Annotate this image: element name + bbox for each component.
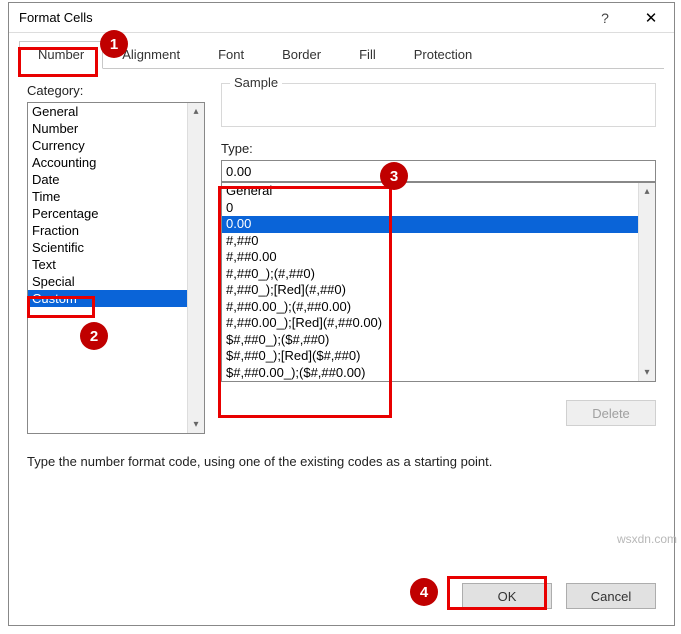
category-item[interactable]: Accounting <box>28 154 187 171</box>
dialog-footer: OK Cancel <box>462 583 656 609</box>
category-item-custom[interactable]: Custom <box>28 290 187 307</box>
category-item[interactable]: Special <box>28 273 187 290</box>
dialog-body: Category: General Number Currency Accoun… <box>9 69 674 469</box>
tab-font[interactable]: Font <box>199 41 263 68</box>
hint-text: Type the number format code, using one o… <box>27 454 656 469</box>
category-item[interactable]: Time <box>28 188 187 205</box>
tab-strip: Number Alignment Font Border Fill Protec… <box>19 41 664 69</box>
type-item[interactable]: #,##0.00 <box>222 249 638 266</box>
category-item[interactable]: Text <box>28 256 187 273</box>
type-input[interactable] <box>221 160 656 182</box>
category-item[interactable]: Date <box>28 171 187 188</box>
cancel-button[interactable]: Cancel <box>566 583 656 609</box>
watermark: wsxdn.com <box>617 532 677 546</box>
titlebar: Format Cells ? ✕ <box>9 3 674 33</box>
type-item[interactable]: #,##0 <box>222 233 638 250</box>
type-item[interactable]: #,##0_);(#,##0) <box>222 266 638 283</box>
category-label: Category: <box>27 83 205 98</box>
category-item[interactable]: Fraction <box>28 222 187 239</box>
format-cells-dialog: Format Cells ? ✕ Number Alignment Font B… <box>8 2 675 626</box>
tab-alignment[interactable]: Alignment <box>103 41 199 68</box>
type-item[interactable]: $#,##0.00_);($#,##0.00) <box>222 365 638 382</box>
scroll-up-icon[interactable]: ▴ <box>188 103 204 120</box>
tab-number[interactable]: Number <box>19 41 103 69</box>
ok-button[interactable]: OK <box>462 583 552 609</box>
scroll-down-icon[interactable]: ▾ <box>188 416 204 433</box>
type-listbox[interactable]: General 0 0.00 #,##0 #,##0.00 #,##0_);(#… <box>221 182 656 382</box>
type-item[interactable]: $#,##0_);[Red]($#,##0) <box>222 348 638 365</box>
type-item[interactable]: 0 <box>222 200 638 217</box>
category-item[interactable]: Number <box>28 120 187 137</box>
category-scrollbar[interactable]: ▴ ▾ <box>187 103 204 433</box>
tab-border[interactable]: Border <box>263 41 340 68</box>
scroll-up-icon[interactable]: ▴ <box>639 183 655 200</box>
type-item[interactable]: $#,##0_);($#,##0) <box>222 332 638 349</box>
sample-label: Sample <box>230 75 282 90</box>
category-listbox[interactable]: General Number Currency Accounting Date … <box>27 102 205 434</box>
help-button[interactable]: ? <box>582 10 628 26</box>
category-item[interactable]: General <box>28 103 187 120</box>
type-label: Type: <box>221 141 656 156</box>
scroll-down-icon[interactable]: ▾ <box>639 364 655 381</box>
tab-fill[interactable]: Fill <box>340 41 395 68</box>
sample-group: Sample <box>221 83 656 127</box>
category-item[interactable]: Currency <box>28 137 187 154</box>
type-item-selected[interactable]: 0.00 <box>222 216 638 233</box>
category-item[interactable]: Scientific <box>28 239 187 256</box>
tab-protection[interactable]: Protection <box>395 41 492 68</box>
delete-button[interactable]: Delete <box>566 400 656 426</box>
type-item[interactable]: #,##0.00_);[Red](#,##0.00) <box>222 315 638 332</box>
close-button[interactable]: ✕ <box>628 9 674 27</box>
type-item[interactable]: General <box>222 183 638 200</box>
type-item[interactable]: #,##0.00_);(#,##0.00) <box>222 299 638 316</box>
type-scrollbar[interactable]: ▴ ▾ <box>638 183 655 381</box>
dialog-title: Format Cells <box>9 10 582 25</box>
category-item[interactable]: Percentage <box>28 205 187 222</box>
type-item[interactable]: #,##0_);[Red](#,##0) <box>222 282 638 299</box>
